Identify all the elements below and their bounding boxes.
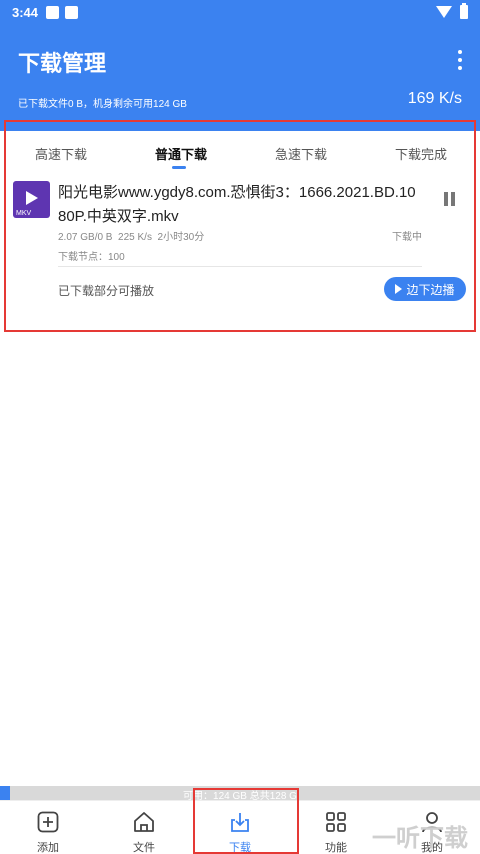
nav-files-label: 文件 (133, 842, 155, 854)
download-speed: 169 K/s (407, 90, 462, 107)
storage-info: 已下载文件0 B，机身剩余可用124 GB (18, 99, 187, 110)
watermark: 一听下载 (372, 825, 468, 852)
nav-features-label: 功能 (325, 842, 347, 854)
nav-add[interactable]: 添加 (0, 801, 96, 854)
nav-add-label: 添加 (37, 842, 59, 854)
highlight-box (4, 120, 476, 332)
home-icon (134, 812, 154, 832)
highlight-box (193, 788, 299, 854)
wifi-icon (436, 6, 452, 18)
status-time: 3:44 (12, 4, 39, 20)
more-menu-icon[interactable] (456, 50, 464, 70)
app-header: 3:44 下载管理 已下载文件0 B，机身剩余可用124 GB 169 K/s (0, 0, 480, 131)
notification-icon (65, 5, 79, 19)
battery-icon (460, 3, 468, 19)
nav-files[interactable]: 文件 (96, 801, 192, 854)
status-bar: 3:44 (0, 0, 480, 24)
grid-icon (326, 812, 346, 832)
nav-features[interactable]: 功能 (288, 801, 384, 854)
page-title: 下载管理 (18, 51, 107, 76)
notification-icon (46, 5, 60, 19)
add-icon (37, 811, 59, 833)
